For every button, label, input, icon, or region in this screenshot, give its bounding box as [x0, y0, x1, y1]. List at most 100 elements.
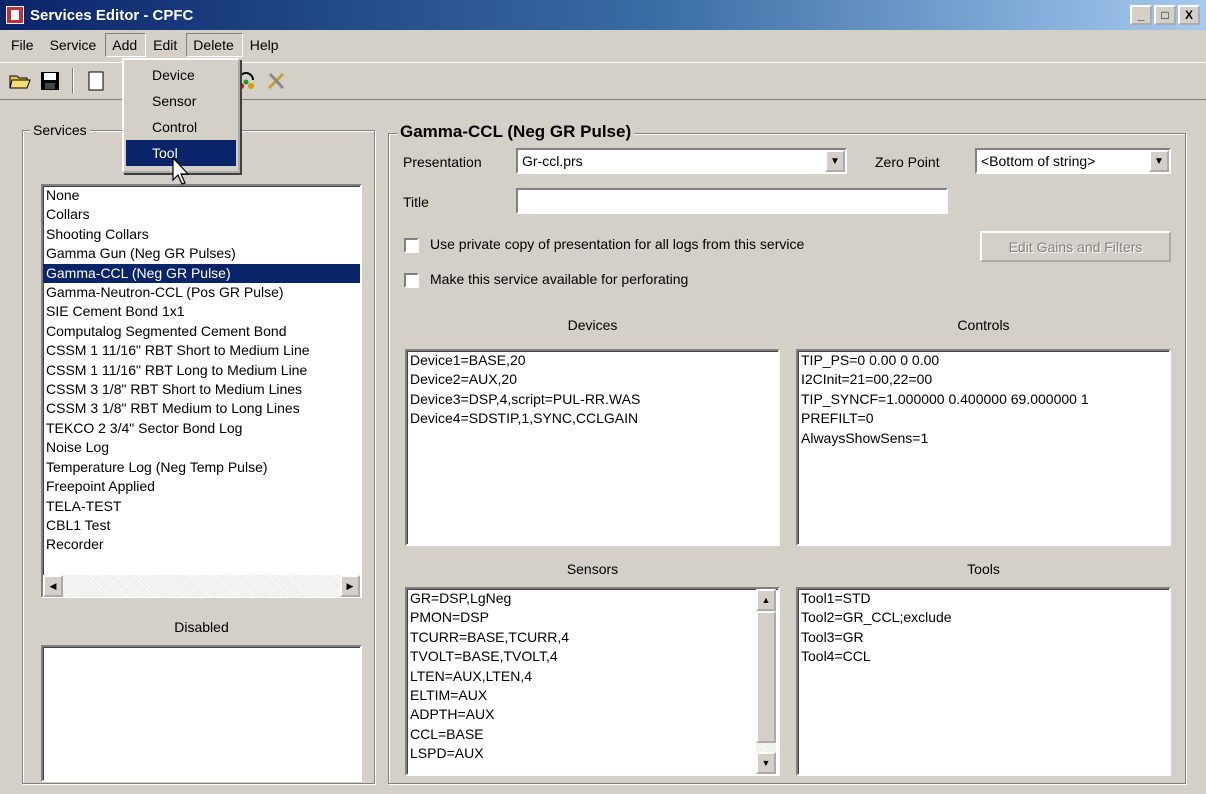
service-list-item[interactable]: CSSM 1 11/16" RBT Short to Medium Line — [43, 341, 360, 360]
chevron-down-icon[interactable]: ▼ — [825, 150, 845, 172]
sensor-line[interactable]: LTEN=AUX,LTEN,4 — [407, 667, 778, 686]
devices-box[interactable]: Device1=BASE,20 Device2=AUX,20 Device3=DSP… — [405, 349, 780, 546]
scroll-up-icon[interactable]: ▲ — [756, 589, 776, 611]
window-title: Services Editor - CPFC — [30, 6, 194, 24]
mouse-cursor-icon — [172, 156, 192, 192]
title-bar: Services Editor - CPFC _ □ X — [0, 0, 1206, 30]
control-line[interactable]: I2CInit=21=00,22=00 — [798, 370, 1169, 389]
scroll-down-icon[interactable]: ▼ — [756, 752, 776, 774]
sensors-title: Sensors — [566, 561, 619, 577]
control-line[interactable]: TIP_PS=0 0.00 0 0.00 — [798, 351, 1169, 370]
zero-point-value: <Bottom of string> — [981, 153, 1096, 169]
services-group-title: Services — [30, 122, 90, 138]
tool-line[interactable]: Tool1=STD — [798, 589, 1169, 608]
devices-lines: Device1=BASE,20 Device2=AUX,20 Device3=DSP… — [407, 351, 778, 429]
menu-help[interactable]: Help — [243, 33, 288, 57]
add-device-item[interactable]: Device — [126, 62, 236, 88]
service-list-item[interactable]: Gamma-CCL (Neg GR Pulse) — [43, 262, 360, 285]
device-line[interactable]: Device1=BASE,20 — [407, 351, 778, 370]
add-control-item[interactable]: Control — [126, 114, 236, 140]
tools-box[interactable]: Tool1=STD Tool2=GR_CCL;exclude Tool3=GR Too… — [796, 587, 1171, 776]
control-line[interactable]: TIP_SYNCF=1.000000 0.400000 69.000000 1 — [798, 390, 1169, 409]
device-line[interactable]: Device3=DSP,4,script=PUL-RR.WAS — [407, 390, 778, 409]
open-folder-icon[interactable] — [8, 69, 32, 93]
tools-title: Tools — [967, 561, 1000, 577]
service-list-item[interactable]: CSSM 1 11/16" RBT Long to Medium Line — [43, 361, 360, 380]
minimize-button[interactable]: _ — [1130, 5, 1152, 25]
app-icon — [6, 6, 24, 24]
service-list-item[interactable]: Shooting Collars — [43, 225, 360, 244]
service-list-item[interactable]: TELA-TEST — [43, 497, 360, 516]
zero-point-label: Zero Point — [875, 154, 940, 170]
sensor-line[interactable]: LSPD=AUX — [407, 744, 778, 763]
services-list[interactable]: None Collars Shooting Collars Gamma Gun (Ne… — [41, 184, 362, 598]
service-list-item[interactable]: Freepoint Applied — [43, 477, 360, 496]
control-line[interactable]: PREFILT=0 — [798, 409, 1169, 428]
sensor-line[interactable]: GR=DSP,LgNeg — [407, 589, 778, 608]
control-line[interactable]: AlwaysShowSens=1 — [798, 429, 1169, 448]
disabled-list[interactable] — [41, 645, 362, 782]
tool-line[interactable]: Tool2=GR_CCL;exclude — [798, 608, 1169, 627]
private-copy-checkbox[interactable] — [404, 238, 419, 253]
add-sensor-item[interactable]: Sensor — [126, 88, 236, 114]
menu-bar: File Service Add Edit Delete Help — [0, 31, 1206, 59]
add-menu-dropdown: Device Sensor Control Tool — [122, 58, 240, 173]
tool-line[interactable]: Tool3=GR — [798, 628, 1169, 647]
service-list-item[interactable]: Recorder — [43, 535, 360, 554]
perforating-checkbox[interactable] — [404, 273, 419, 288]
chevron-down-icon[interactable]: ▼ — [1149, 150, 1169, 172]
window-controls: _ □ X — [1128, 5, 1200, 25]
sensors-lines: GR=DSP,LgNeg PMON=DSP TCURR=BASE,TCURR,4 TV… — [407, 589, 778, 764]
sensors-vscrollbar[interactable]: ▲ ▼ — [756, 589, 776, 774]
service-list-item[interactable]: Gamma Gun (Neg GR Pulses) — [43, 244, 360, 263]
device-line[interactable]: Device2=AUX,20 — [407, 370, 778, 389]
disabled-label: Disabled — [174, 619, 229, 635]
menu-edit[interactable]: Edit — [146, 33, 186, 57]
new-document-icon[interactable] — [84, 69, 108, 93]
zero-point-select[interactable]: <Bottom of string> ▼ — [975, 148, 1171, 174]
presentation-select[interactable]: Gr-ccl.prs ▼ — [516, 148, 847, 174]
edit-gains-button[interactable]: Edit Gains and Filters — [980, 231, 1171, 262]
service-list-item[interactable]: Computalog Segmented Cement Bond — [43, 322, 360, 341]
service-list-item[interactable]: CBL1 Test — [43, 516, 360, 535]
controls-title: Controls — [957, 317, 1010, 333]
close-button[interactable]: X — [1178, 5, 1200, 25]
sensor-line[interactable]: TVOLT=BASE,TVOLT,4 — [407, 647, 778, 666]
save-icon[interactable] — [38, 69, 62, 93]
service-list-item[interactable]: CSSM 3 1/8" RBT Short to Medium Lines — [43, 380, 360, 399]
sensor-line[interactable]: ELTIM=AUX — [407, 686, 778, 705]
tools-icon[interactable] — [264, 69, 288, 93]
title-input[interactable] — [516, 188, 948, 214]
service-list-item[interactable]: Noise Log — [43, 438, 360, 457]
private-copy-label: Use private copy of presentation for all… — [430, 236, 805, 252]
services-list-items: None Collars Shooting Collars Gamma Gun (Ne… — [43, 186, 360, 555]
sensors-box[interactable]: GR=DSP,LgNeg PMON=DSP TCURR=BASE,TCURR,4 TV… — [405, 587, 780, 776]
service-list-item[interactable]: CSSM 3 1/8" RBT Medium to Long Lines — [43, 399, 360, 418]
scroll-right-icon[interactable]: ▶ — [340, 575, 360, 597]
tool-line[interactable]: Tool4=CCL — [798, 647, 1169, 666]
menu-service[interactable]: Service — [43, 33, 106, 57]
menu-add[interactable]: Add — [105, 33, 147, 57]
service-list-item[interactable]: TEKCO 2 3/4" Sector Bond Log — [43, 419, 360, 438]
services-list-hscrollbar[interactable]: ◀ ▶ — [43, 575, 360, 597]
service-list-item[interactable]: Collars — [43, 205, 360, 224]
scroll-track[interactable] — [63, 575, 340, 597]
service-list-item[interactable]: None — [43, 186, 360, 205]
device-line[interactable]: Device4=SDSTIP,1,SYNC,CCLGAIN — [407, 409, 778, 428]
sensor-line[interactable]: CCL=BASE — [407, 725, 778, 744]
service-list-item[interactable]: SIE Cement Bond 1x1 — [43, 302, 360, 321]
menu-file[interactable]: File — [4, 33, 43, 57]
presentation-value: Gr-ccl.prs — [522, 153, 583, 169]
scroll-left-icon[interactable]: ◀ — [43, 575, 63, 597]
devices-title: Devices — [567, 317, 618, 333]
service-list-item[interactable]: Temperature Log (Neg Temp Pulse) — [43, 458, 360, 477]
scroll-track[interactable] — [756, 743, 776, 752]
menu-delete[interactable]: Delete — [186, 33, 243, 57]
maximize-button[interactable]: □ — [1154, 5, 1176, 25]
scroll-thumb[interactable] — [756, 611, 776, 743]
controls-box[interactable]: TIP_PS=0 0.00 0 0.00 I2CInit=21=00,22=00 T… — [796, 349, 1171, 546]
sensor-line[interactable]: PMON=DSP — [407, 608, 778, 627]
sensor-line[interactable]: ADPTH=AUX — [407, 705, 778, 724]
service-list-item[interactable]: Gamma-Neutron-CCL (Pos GR Pulse) — [43, 283, 360, 302]
sensor-line[interactable]: TCURR=BASE,TCURR,4 — [407, 628, 778, 647]
